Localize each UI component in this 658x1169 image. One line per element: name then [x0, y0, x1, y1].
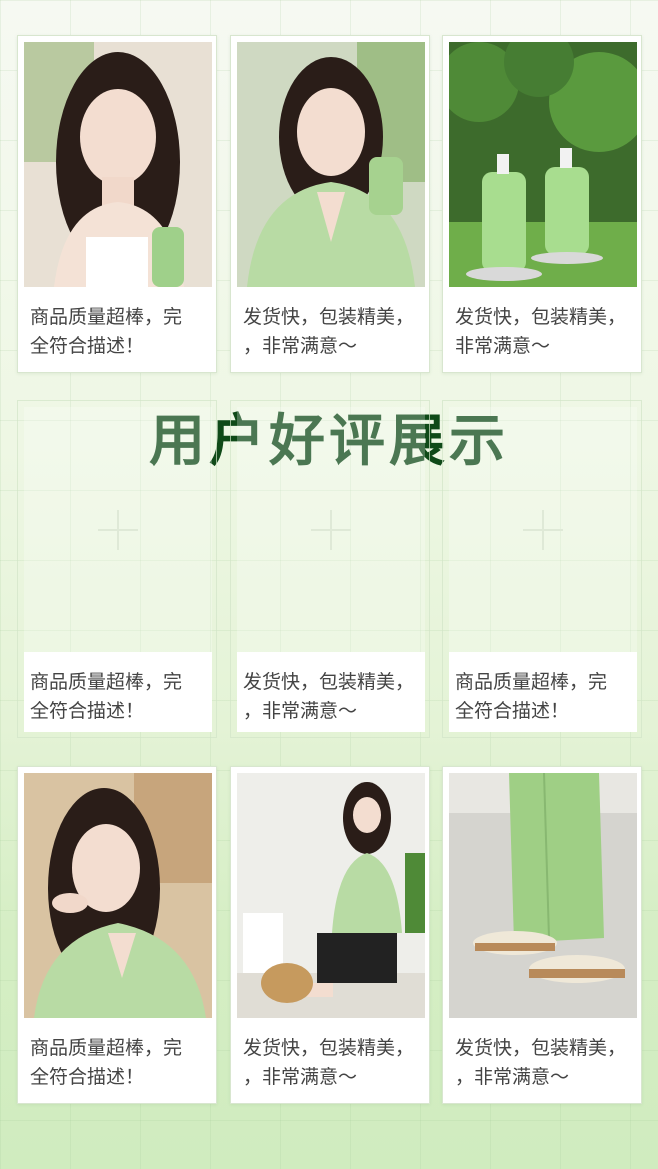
photo-placeholder [449, 407, 637, 652]
review-card-4[interactable]: 商品质量超棒，完 全符合描述！ [17, 400, 217, 738]
photo-placeholder [24, 407, 212, 652]
review-card-9[interactable]: 发货快，包装精美， ，非常满意～ [442, 766, 642, 1104]
review-showcase-page: { "title": "用户好评展示", "reviews": [ {"capt… [0, 0, 658, 1169]
review-caption: 发货快，包装精美， ，非常满意～ [237, 652, 425, 732]
review-caption: 商品质量超棒，完 全符合描述！ [24, 652, 212, 732]
review-card-7[interactable]: 商品质量超棒，完 全符合描述！ [17, 766, 217, 1104]
review-photo-woman-blazer [237, 42, 425, 287]
review-card-1[interactable]: 商品质量超棒，完 全符合描述！ [17, 35, 217, 373]
review-caption: 发货快，包装精美， 非常满意～ [449, 287, 637, 367]
review-card-3[interactable]: 发货快，包装精美， 非常满意～ [442, 35, 642, 373]
review-photo-woman-portrait [24, 773, 212, 1018]
review-caption: 商品质量超棒，完 全符合描述！ [449, 652, 637, 732]
photo-placeholder [237, 407, 425, 652]
review-card-8[interactable]: 发货快，包装精美， ，非常满意～ [230, 766, 430, 1104]
review-card-2[interactable]: 发货快，包装精美， ，非常满意～ [230, 35, 430, 373]
review-caption: 发货快，包装精美， ，非常满意～ [237, 287, 425, 367]
review-photo-shampoo-bottles [449, 42, 637, 287]
plus-icon [311, 509, 351, 550]
review-photo-pants-sneakers [449, 773, 637, 1018]
review-photo-woman-cup [24, 42, 212, 287]
review-caption: 发货快，包装精美， ，非常满意～ [449, 1018, 637, 1098]
review-card-6[interactable]: 商品质量超棒，完 全符合描述！ [442, 400, 642, 738]
review-card-5[interactable]: 发货快，包装精美， ，非常满意～ [230, 400, 430, 738]
plus-icon [523, 509, 563, 550]
review-photo-woman-seated [237, 773, 425, 1018]
review-caption: 商品质量超棒，完 全符合描述！ [24, 1018, 212, 1098]
plus-icon [98, 509, 138, 550]
review-caption: 发货快，包装精美， ，非常满意～ [237, 1018, 425, 1098]
review-caption: 商品质量超棒，完 全符合描述！ [24, 287, 212, 367]
